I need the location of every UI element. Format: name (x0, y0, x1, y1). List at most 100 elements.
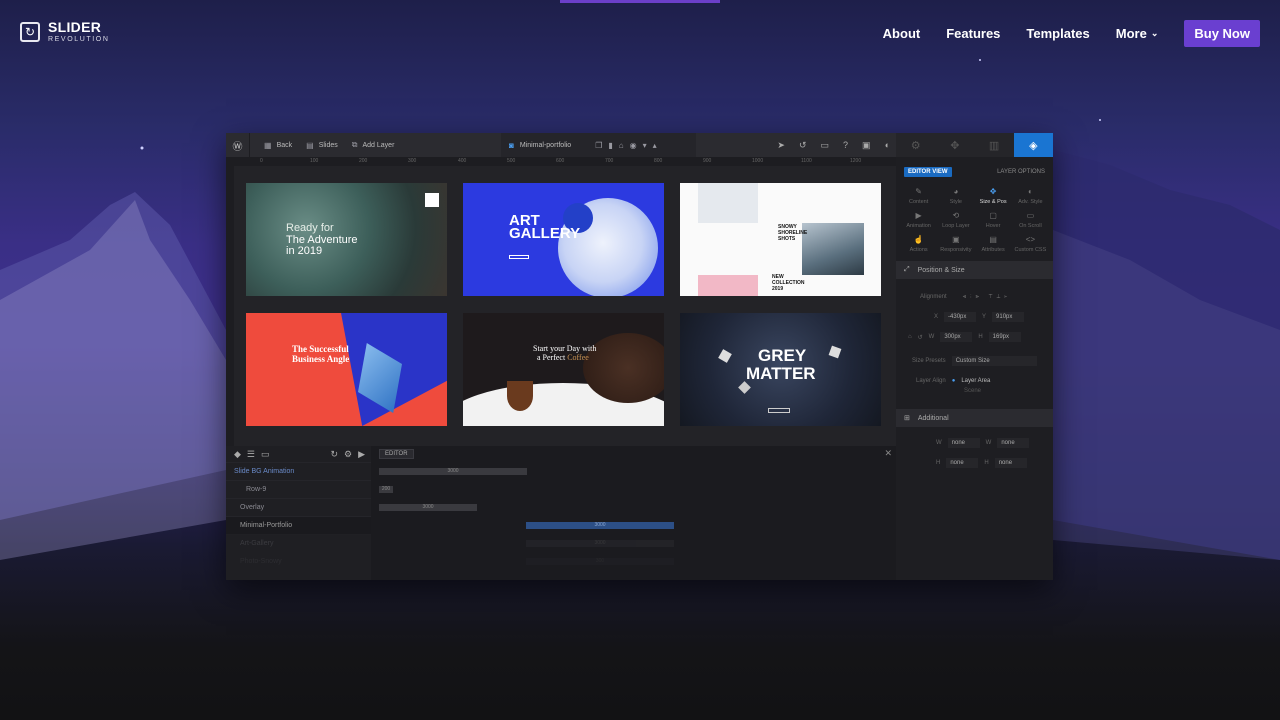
max-width-field[interactable]: none (997, 438, 1030, 448)
layer-label: Art-Gallery (240, 540, 274, 547)
ruler-label: 1100 (801, 158, 812, 164)
buy-now-button[interactable]: Buy Now (1184, 20, 1260, 47)
layers-icon[interactable]: ◆ (234, 449, 241, 460)
option-on-scroll[interactable]: ▭ On Scroll (1012, 211, 1049, 229)
comment-icon[interactable]: ▣ (862, 140, 871, 151)
timeline-bar[interactable]: 200 (379, 486, 393, 493)
eye-icon[interactable]: ◉ (630, 141, 637, 150)
option-animation[interactable]: ▶ Animation (900, 211, 937, 229)
timeline-bar[interactable]: 3000 (526, 522, 674, 529)
play-icon[interactable]: ▶ (358, 449, 365, 460)
w-field[interactable]: 300px (940, 332, 973, 342)
option-custom-css[interactable]: <> Custom CSS (1012, 235, 1049, 253)
refresh-icon[interactable]: ↻ (330, 449, 338, 460)
editor-view-badge[interactable]: EDITOR VIEW (904, 167, 952, 177)
copy-icon[interactable]: ❐ (595, 141, 602, 150)
cursor-icon[interactable]: ➤ (777, 140, 785, 151)
thumb-text-line2: a Perfect Coffee (537, 354, 589, 362)
add-layer-button[interactable]: ⧉ Add Layer (352, 140, 395, 150)
list-item[interactable]: Art-Gallery (226, 534, 371, 552)
option-attributes[interactable]: ▤ Attributes (975, 235, 1012, 253)
nav-about[interactable]: About (883, 26, 921, 41)
main-nav: About Features Templates More ⌄ Buy Now (883, 20, 1260, 47)
chevron-down-icon: ⌄ (1150, 28, 1159, 38)
size-presets-select[interactable]: Custom Size (951, 356, 1037, 366)
align-icons[interactable]: ⫷⫶⫸ ⊤⊥⊦ (963, 294, 1011, 301)
thumb-title: GALLERY (509, 225, 581, 242)
option-size-pos[interactable]: ✥ Size & Pos (975, 187, 1012, 205)
layer-area-option[interactable]: Layer Area (961, 378, 990, 384)
template-thumb-business[interactable]: The Successful Business Angle (246, 313, 447, 426)
list-item[interactable]: Overlay (226, 498, 371, 516)
template-thumb-snowy[interactable]: SNOWY SHORELINE SHOTS NEW COLLECTION 201… (680, 183, 881, 296)
scene-option[interactable]: Scene (964, 388, 981, 394)
navigation-icon[interactable]: ✥ (935, 133, 975, 157)
vertical-ruler (226, 166, 234, 446)
template-thumb-art-gallery[interactable]: ART GALLERY (463, 183, 664, 296)
help-icon[interactable]: ? (843, 140, 848, 150)
contrast-icon: ◐ (1027, 187, 1033, 196)
code-icon: <> (1025, 235, 1036, 244)
max-height-field[interactable]: none (994, 458, 1027, 468)
timeline-bar[interactable]: 3000 (526, 540, 674, 547)
option-loop[interactable]: ⟲ Loop Layer (937, 211, 974, 229)
option-content[interactable]: ✎ Content (900, 187, 937, 205)
list-icon[interactable]: ☰ (247, 449, 255, 460)
option-actions[interactable]: ☝ Actions (900, 235, 937, 253)
radio-icon[interactable]: ● (952, 378, 956, 384)
slides-button[interactable]: ▤ Slides (306, 141, 338, 150)
y-field[interactable]: 910px (992, 312, 1025, 322)
settings-icon[interactable]: ⚙ (344, 449, 352, 460)
lock-icon[interactable]: ⌂ (908, 334, 912, 340)
lock-icon[interactable]: ⌂ (619, 141, 624, 150)
h-label: H (978, 334, 983, 340)
list-item[interactable]: Row-9 (226, 480, 371, 498)
template-thumb-coffee[interactable]: Start your Day with a Perfect Coffee (463, 313, 664, 426)
cube-shape (738, 381, 751, 394)
min-width-field[interactable]: none (947, 438, 980, 448)
thumb-title: GREY (758, 346, 807, 365)
gear-icon[interactable]: ⚙ (896, 133, 936, 157)
trash-icon[interactable]: ▮ (608, 141, 612, 150)
h-icon: H (984, 460, 989, 466)
option-responsivity[interactable]: ▣ Responsivity (937, 235, 974, 253)
editor-tag[interactable]: EDITOR (379, 449, 414, 459)
position-size-section[interactable]: ⤢ Position & Size (896, 261, 1053, 279)
wordpress-icon[interactable]: Ⓦ (226, 133, 250, 157)
list-item[interactable]: Slide BG Animation (226, 462, 371, 480)
back-button[interactable]: ▦ Back (264, 141, 292, 150)
x-field[interactable]: -430px (944, 312, 977, 322)
h-field[interactable]: 169px (988, 332, 1021, 342)
contrast-icon[interactable]: ◐ (885, 140, 890, 150)
close-icon[interactable]: ✕ (884, 448, 892, 459)
list-item[interactable]: Photo-Snowy (226, 552, 371, 570)
option-style[interactable]: ◕ Style (937, 187, 974, 205)
nav-features[interactable]: Features (946, 26, 1000, 41)
template-thumb-grey-matter[interactable]: GREY MATTER (680, 313, 881, 426)
chevron-down-icon[interactable]: ▾ (643, 141, 647, 150)
min-height-field[interactable]: none (946, 458, 979, 468)
undo-icon[interactable]: ↺ (799, 140, 807, 151)
folder-icon[interactable]: ▭ (261, 449, 270, 460)
nav-more[interactable]: More ⌄ (1116, 26, 1159, 41)
desktop-icon[interactable]: ▭ (821, 140, 830, 151)
template-thumb-adventure[interactable]: Ready for The Adventure in 2019 (246, 183, 447, 296)
nav-templates[interactable]: Templates (1026, 26, 1089, 41)
additional-section[interactable]: ⊞ Additional (896, 409, 1053, 427)
hand-icon: ☝ (913, 235, 924, 244)
option-adv-style[interactable]: ◐ Adv. Style (1012, 187, 1049, 205)
brand-logo[interactable]: ↻ SLIDER REVOLUTION (20, 20, 110, 43)
option-hover[interactable]: ▢ Hover (975, 211, 1012, 229)
timeline-toolbar: ◆ ☰ ▭ ↻ ⚙ ▶ (226, 446, 371, 462)
slides-tab-icon[interactable]: ▥ (974, 133, 1014, 157)
timeline-bar[interactable]: 300 (526, 558, 674, 565)
reset-icon[interactable]: ↺ (918, 334, 923, 341)
timeline-bar[interactable]: 3000 (379, 468, 527, 475)
layers-icon[interactable]: ◈ (1013, 133, 1053, 157)
slider-selector[interactable]: ◙ Minimal-portfolio ❐ ▮ ⌂ ◉ ▾ ▴ (501, 133, 696, 157)
timeline-bar[interactable]: 3000 (379, 504, 477, 511)
list-item[interactable]: Minimal-Portfolio (226, 516, 371, 534)
size-presets-label: Size Presets (912, 358, 946, 364)
chevron-up-icon[interactable]: ▴ (653, 141, 657, 150)
ruler-label: 1200 (850, 158, 862, 164)
